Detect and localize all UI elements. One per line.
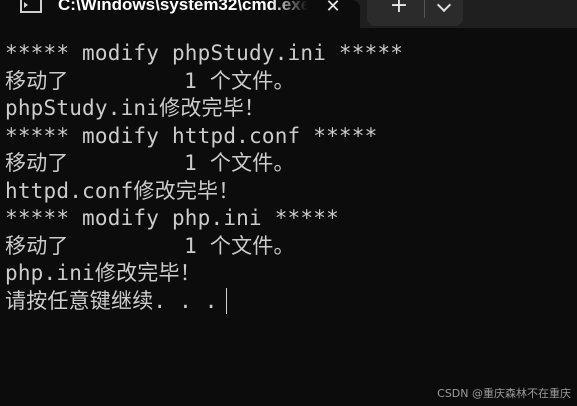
new-tab-button[interactable]: + [387, 0, 411, 18]
console-output[interactable]: ***** modify phpStudy.ini ***** 移动了 1 个文… [5, 40, 575, 370]
tab-cmd[interactable]: C:\Windows\system32\cmd.exe ✕ [0, 0, 360, 28]
prompt-text: 请按任意键继续. . . [5, 288, 218, 313]
new-tab-group: + [367, 0, 463, 26]
tab-bar: C:\Windows\system32\cmd.exe ✕ + [0, 0, 577, 28]
console-line: ***** modify phpStudy.ini ***** [5, 41, 404, 65]
terminal-window: C:\Windows\system32\cmd.exe ✕ + ***** mo… [0, 0, 577, 406]
tab-title: C:\Windows\system32\cmd.exe [58, 0, 308, 14]
console-line: 移动了 1 个文件。 [5, 151, 295, 175]
console-line: 移动了 1 个文件。 [5, 68, 295, 93]
text-cursor [225, 287, 227, 314]
console-prompt-line: 请按任意键继续. . . [5, 287, 575, 316]
watermark: CSDN @重庆森林不在重庆 [437, 387, 571, 400]
divider [424, 0, 425, 18]
close-icon[interactable]: ✕ [322, 0, 344, 18]
console-icon [20, 0, 42, 13]
console-line: 移动了 1 个文件。 [5, 233, 295, 258]
console-line: ***** modify httpd.conf ***** [5, 123, 378, 148]
chevron-down-icon[interactable] [433, 0, 455, 19]
console-line: httpd.conf修改完毕！ [5, 178, 240, 203]
console-line: ***** modify php.ini ***** [5, 206, 339, 230]
console-line: phpStudy.ini修改完毕！ [5, 96, 266, 120]
console-line: php.ini修改完毕！ [5, 261, 201, 285]
